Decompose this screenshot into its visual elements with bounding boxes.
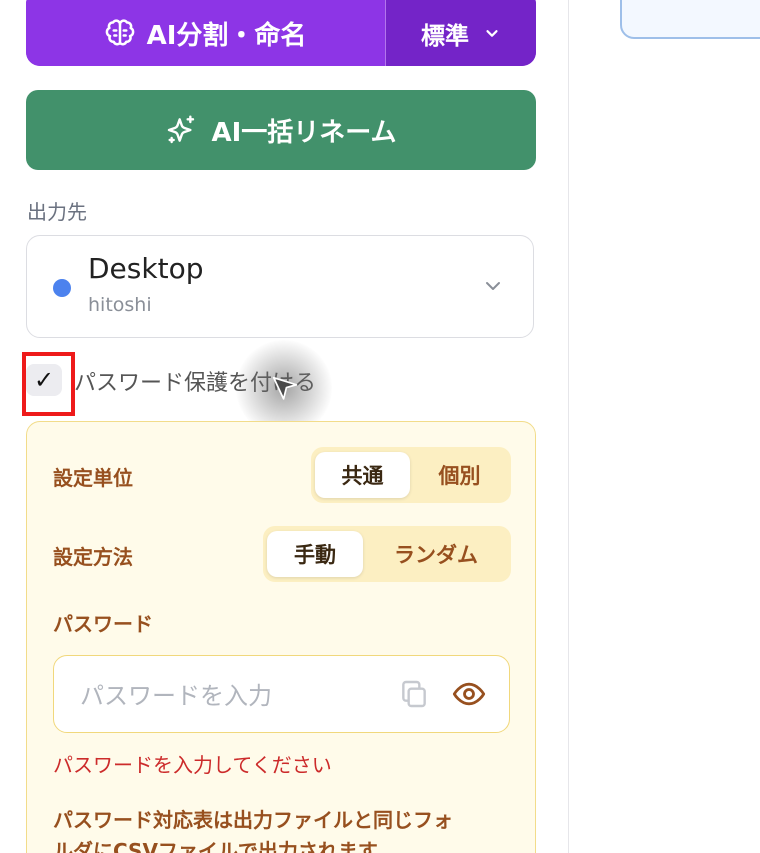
password-input[interactable]: パスワードを入力 (53, 655, 510, 733)
cursor-arrow-icon (272, 376, 298, 400)
app-window: AI分割・命名 標準 AI一括リネーム 出力先 Desktop hitoshi … (0, 0, 760, 853)
output-destination-label: 出力先 (27, 200, 87, 224)
sparkles-icon (168, 115, 195, 144)
setting-unit-label: 設定単位 (53, 466, 133, 490)
method-option-random[interactable]: ランダム (365, 531, 507, 577)
chevron-down-icon (486, 30, 498, 37)
destination-status-dot (53, 279, 71, 297)
password-protect-checkbox[interactable]: ✓ (26, 364, 62, 396)
ai-split-name-label: AI分割・命名 (146, 20, 307, 51)
password-settings-panel: 設定単位 共通 個別 設定方法 手動 ランダム パスワード パスワードを入力 パ… (26, 421, 536, 853)
password-table-note-line-2: ルダにCSVファイルで出力されます。 (53, 839, 396, 853)
password-table-note-line-1: パスワード対応表は出力ファイルと同じフォ (53, 808, 453, 832)
unit-option-individual[interactable]: 個別 (412, 452, 507, 498)
copy-icon[interactable] (398, 678, 430, 710)
destination-name: Desktop (88, 252, 204, 285)
password-field-label: パスワード (53, 612, 153, 636)
password-input-placeholder: パスワードを入力 (80, 682, 272, 710)
setting-method-toggle: 手動 ランダム (263, 526, 511, 582)
panel-divider (568, 0, 569, 853)
check-icon: ✓ (33, 366, 55, 394)
output-destination-select[interactable]: Desktop hitoshi (26, 235, 534, 338)
ai-split-name-button[interactable]: AI分割・命名 (26, 0, 385, 66)
password-table-note: パスワード対応表は出力ファイルと同じフォ ルダにCSVファイルで出力されます。 (53, 805, 513, 853)
destination-subtitle: hitoshi (88, 294, 152, 316)
chevron-down-icon (486, 282, 500, 290)
ai-batch-rename-label: AI一括リネーム (211, 117, 397, 148)
password-protect-row: ✓ パスワード保護を付ける (22, 352, 442, 416)
password-error-message: パスワードを入力してください (53, 753, 332, 777)
ai-split-button-group: AI分割・命名 標準 (26, 0, 536, 66)
mode-dropdown[interactable]: 標準 (386, 0, 536, 66)
eye-icon[interactable] (452, 680, 486, 708)
setting-unit-toggle: 共通 個別 (311, 447, 511, 503)
setting-method-label: 設定方法 (53, 545, 133, 569)
preview-card[interactable] (620, 0, 760, 39)
mode-dropdown-label: 標準 (421, 21, 469, 50)
method-option-manual[interactable]: 手動 (267, 531, 363, 577)
ai-batch-rename-button[interactable]: AI一括リネーム (26, 90, 536, 170)
brain-icon (105, 19, 134, 46)
unit-option-common[interactable]: 共通 (315, 452, 410, 498)
